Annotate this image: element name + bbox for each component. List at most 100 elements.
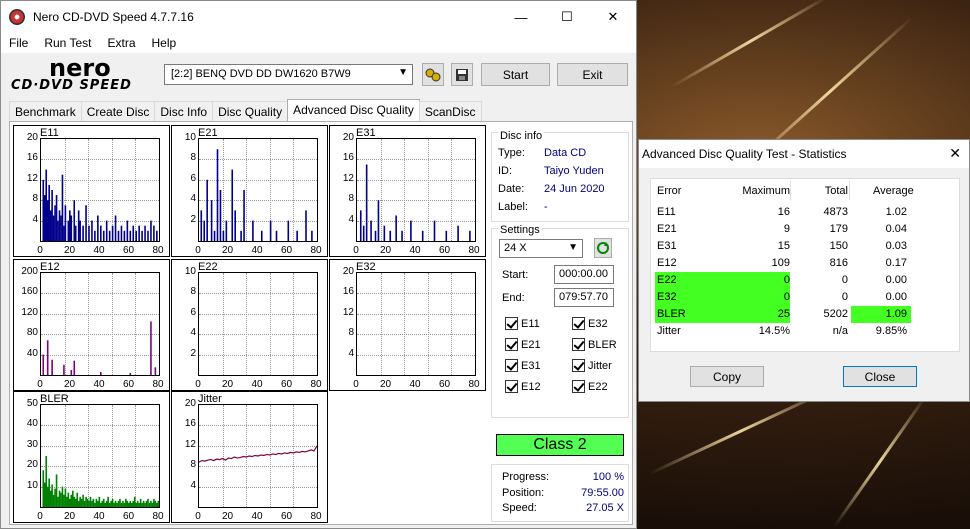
bar <box>120 502 123 507</box>
y-tick-label: 8 <box>348 327 354 339</box>
bar <box>234 210 236 241</box>
bar <box>305 210 307 241</box>
x-tick-label: 0 <box>353 379 359 390</box>
copy-button[interactable]: Copy <box>690 366 764 387</box>
start-button[interactable]: Start <box>481 63 550 86</box>
bar <box>156 230 158 241</box>
start-label: Start: <box>502 269 529 281</box>
end-time-input[interactable]: 079:57.70 <box>554 288 614 307</box>
cell-total: n/a <box>832 325 848 337</box>
tab-create-disc[interactable]: Create Disc <box>80 101 156 121</box>
chevron-down-icon: ▼ <box>398 67 408 78</box>
bar <box>100 225 102 241</box>
checkbox-e11[interactable]: E11 <box>505 317 540 330</box>
bar <box>153 498 155 507</box>
bar <box>80 498 83 507</box>
plot-area <box>198 404 318 508</box>
bar <box>88 500 90 507</box>
y-tick-label: 50 <box>26 398 38 409</box>
plot-svg <box>357 273 475 375</box>
bar <box>117 500 120 507</box>
checkbox-e21[interactable]: E21 <box>505 338 541 351</box>
title-bar[interactable]: Nero CD-DVD Speed 4.7.7.16 — ☐ ✕ <box>1 1 636 33</box>
graph-bler: BLER 50 40 30 20 10 0 20 40 60 80 <box>13 391 170 523</box>
menu-item-extra[interactable]: Extra <box>99 36 143 50</box>
dialog-title-bar[interactable]: Advanced Disc Quality Test - Statistics … <box>639 140 969 168</box>
checkbox-jitter[interactable]: Jitter <box>572 359 612 372</box>
tab-disc-info[interactable]: Disc Info <box>154 101 214 121</box>
bar <box>108 230 111 241</box>
bar <box>362 225 365 241</box>
close-button[interactable]: Close <box>843 366 917 387</box>
y-tick-label: 8 <box>190 152 196 164</box>
cell-total: 150 <box>829 240 848 252</box>
x-tick-label: 60 <box>122 245 135 256</box>
table-header: Error Maximum Total Average <box>651 183 961 200</box>
menu-item-run-test[interactable]: Run Test <box>36 36 99 50</box>
plot-area <box>198 138 318 242</box>
save-button[interactable] <box>451 63 473 86</box>
close-icon[interactable]: ✕ <box>949 145 961 162</box>
bar <box>114 500 117 507</box>
bar <box>203 220 206 241</box>
checkbox-label: BLER <box>588 338 617 351</box>
bar <box>410 220 412 241</box>
tab-disc-quality[interactable]: Disc Quality <box>212 101 289 121</box>
checkbox-e12[interactable]: E12 <box>505 380 541 393</box>
speed-select[interactable]: 24 X ▼ <box>499 239 583 258</box>
bar <box>147 498 149 507</box>
close-window-button[interactable]: ✕ <box>590 1 636 33</box>
bar <box>54 488 56 507</box>
exit-button[interactable]: Exit <box>557 63 628 86</box>
gears-icon <box>425 68 441 81</box>
tab-scandisc[interactable]: ScanDisc <box>418 101 482 121</box>
plot-svg <box>42 456 159 507</box>
checkbox-label: E31 <box>521 359 541 372</box>
refresh-speed-button[interactable] <box>594 238 612 258</box>
bar <box>365 164 368 241</box>
start-time-input[interactable]: 000:00.00 <box>554 265 614 284</box>
progress-group: Progress: 100 % Position: 79:55.00 Speed: 2… <box>491 464 629 522</box>
checkbox-e22[interactable]: E22 <box>572 380 608 393</box>
bar <box>49 490 52 507</box>
x-tick-label: 40 <box>251 511 263 522</box>
menu-bar: File Run Test Extra Help <box>1 33 636 53</box>
bar <box>401 230 403 241</box>
bar <box>222 230 225 241</box>
bar <box>129 500 132 507</box>
bar <box>216 149 219 241</box>
main-window: Nero CD-DVD Speed 4.7.7.16 — ☐ ✕ File Run… <box>0 0 637 529</box>
speed-value-readout: 27.05 X <box>586 502 624 514</box>
label-label: Label: <box>498 201 528 213</box>
tab-benchmark[interactable]: Benchmark <box>9 101 82 121</box>
bar <box>138 502 140 507</box>
bar <box>433 220 436 241</box>
y-tick-label: 4 <box>190 193 196 205</box>
bar <box>61 486 64 507</box>
bar <box>147 230 149 241</box>
checkbox-bler[interactable]: BLER <box>572 338 617 351</box>
checkbox-e32[interactable]: E32 <box>572 317 608 330</box>
bar <box>51 190 53 241</box>
plot-svg <box>42 321 157 375</box>
checkbox-e31[interactable]: E31 <box>505 359 541 372</box>
y-tick-label: 16 <box>342 152 354 164</box>
bar <box>119 498 121 507</box>
drive-settings-button[interactable] <box>422 63 444 86</box>
bar <box>74 225 77 241</box>
bar <box>55 474 58 507</box>
menu-item-help[interactable]: Help <box>144 36 185 50</box>
bar <box>70 369 73 375</box>
bar <box>231 169 234 241</box>
bar <box>73 360 76 375</box>
minimize-button[interactable]: — <box>498 1 544 33</box>
bar <box>67 220 70 241</box>
end-label: End: <box>502 292 525 304</box>
y-tick-label: 4 <box>190 327 196 339</box>
bar <box>107 496 109 507</box>
maximize-button[interactable]: ☐ <box>544 1 590 33</box>
menu-item-file[interactable]: File <box>1 36 36 50</box>
drive-select[interactable]: [2:2] BENQ DVD DD DW1620 B7W9 ▼ <box>164 64 413 85</box>
tab-advanced-disc-quality[interactable]: Advanced Disc Quality <box>287 99 420 121</box>
column-header: Maximum <box>742 185 790 197</box>
